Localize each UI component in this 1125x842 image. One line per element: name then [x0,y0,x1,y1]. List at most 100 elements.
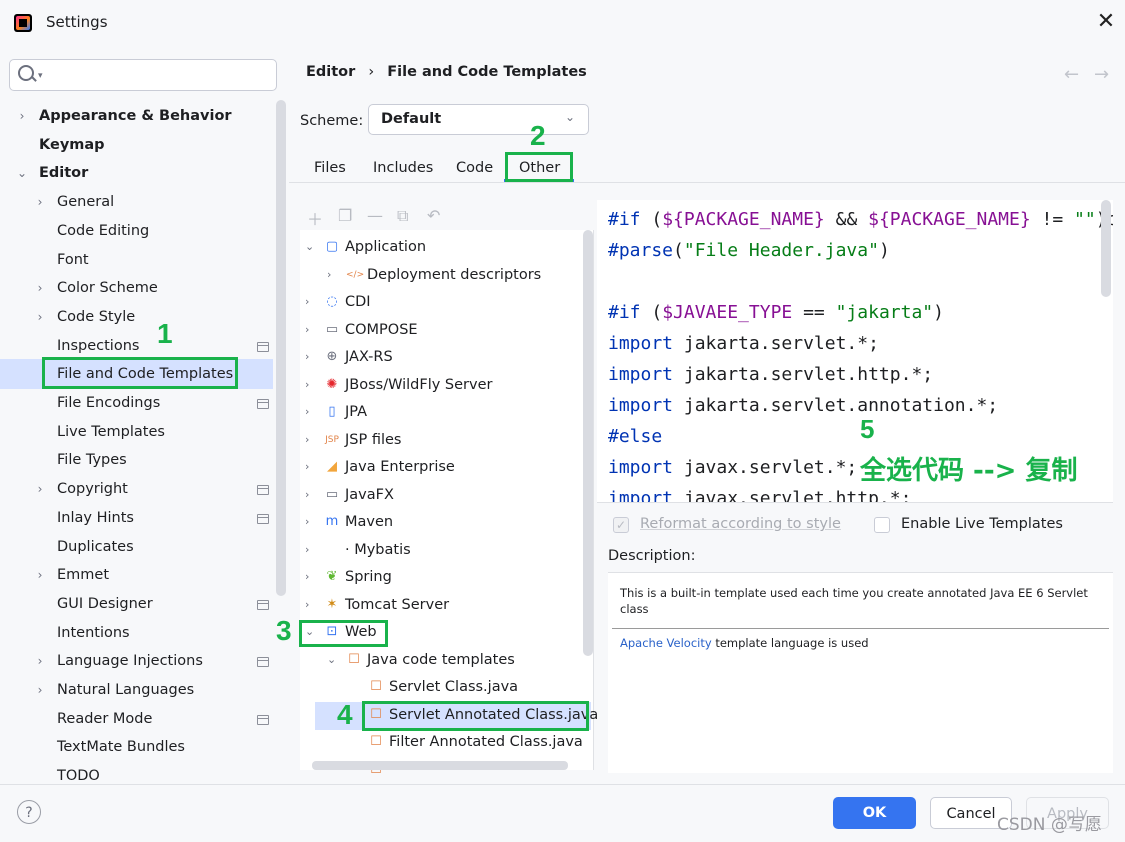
settings-item-inspections[interactable]: Inspections [57,332,139,360]
chevron-right-icon[interactable]: › [33,303,47,331]
chevron-right-icon[interactable]: › [305,515,309,528]
application-icon: ▢ [325,239,339,254]
chevron-right-icon[interactable]: › [33,647,47,675]
description-panel: This is a built-in template used each ti… [608,572,1113,773]
template-item-java-enterprise[interactable]: Java Enterprise [345,454,455,481]
settings-tree: › Appearance & Behavior Keymap ⌄ Editor › Gene… [0,100,289,784]
help-button[interactable]: ? [17,800,41,824]
settings-item-gui-designer[interactable]: GUI Designer [57,590,153,618]
settings-item-file-encodings[interactable]: File Encodings [57,389,160,417]
template-tree-scrollbar[interactable] [583,230,593,656]
chevron-right-icon[interactable]: › [33,561,47,589]
reformat-checkbox: ✓ [613,517,629,533]
search-history-chevron-icon[interactable]: ▾ [38,71,43,81]
tomcat-icon: ✶ [326,596,338,612]
copy-icon[interactable]: ⧉ [397,206,408,226]
template-item-javafx[interactable]: JavaFX [345,482,394,509]
settings-item-color-scheme[interactable]: Color Scheme [57,274,158,302]
chevron-right-icon[interactable]: › [33,274,47,302]
chevron-down-icon[interactable]: ⌄ [305,240,314,253]
chevron-down-icon[interactable]: ⌄ [15,159,29,187]
settings-item-code-editing[interactable]: Code Editing [57,217,149,245]
code-editor-scrollbar[interactable] [1101,200,1111,297]
template-item-filter-annotated-class-java[interactable]: Filter Annotated Class.java [389,729,583,756]
annotation-number-2: 2 [530,120,546,151]
add-icon[interactable]: ＋ [307,206,323,230]
chevron-right-icon[interactable]: › [305,543,309,556]
settings-item-duplicates[interactable]: Duplicates [57,533,134,561]
template-item-compose[interactable]: COMPOSE [345,317,418,344]
chevron-right-icon[interactable]: › [33,676,47,704]
forward-arrow-icon[interactable]: → [1094,64,1109,85]
settings-item-live-templates[interactable]: Live Templates [57,418,165,446]
back-arrow-icon[interactable]: ← [1064,64,1079,85]
chevron-right-icon[interactable]: › [305,433,309,446]
settings-item-inlay-hints[interactable]: Inlay Hints [57,504,134,532]
template-item-application[interactable]: Application [345,234,426,261]
template-item-cdi[interactable]: CDI [345,289,371,316]
chevron-right-icon[interactable]: › [305,323,309,336]
annotation-box-file-templates [42,357,238,389]
chevron-down-icon[interactable]: ⌄ [327,653,336,666]
template-tree-hscrollbar[interactable] [312,761,568,770]
chevron-right-icon[interactable]: › [305,378,309,391]
jboss-icon: ✺ [326,376,338,392]
settings-item-font[interactable]: Font [57,246,89,274]
template-item-tomcat-server[interactable]: Tomcat Server [345,592,449,619]
scheme-dropdown[interactable]: Default ⌄ [368,104,589,135]
template-item-jsp-files[interactable]: JSP files [345,427,401,454]
jsp-icon: JSP [325,434,339,445]
settings-item-language-injections[interactable]: Language Injections [57,647,203,675]
chevron-right-icon[interactable]: › [33,475,47,503]
settings-item-code-style[interactable]: Code Style [57,303,135,331]
remove-icon[interactable]: — [367,206,383,225]
template-item-mybatis[interactable]: · Mybatis [345,537,411,564]
settings-item-appearance-behavior[interactable]: Appearance & Behavior [39,102,232,130]
apache-velocity-link[interactable]: Apache Velocity [620,636,712,650]
template-item-jax-rs[interactable]: JAX-RS [345,344,393,371]
settings-item-keymap[interactable]: Keymap [39,131,105,159]
settings-item-file-types[interactable]: File Types [57,446,127,474]
settings-tree-scrollbar[interactable] [276,100,286,596]
spring-icon: ❦ [326,569,338,584]
tab-includes[interactable]: Includes [373,160,433,176]
reset-icon[interactable]: ↶ [427,206,440,225]
template-item-deployment-descriptors[interactable]: Deployment descriptors [367,262,541,289]
tab-code[interactable]: Code [456,160,493,176]
settings-item-natural-languages[interactable]: Natural Languages [57,676,194,704]
chevron-right-icon[interactable]: › [305,405,309,418]
chevron-right-icon[interactable]: › [33,188,47,216]
breadcrumb-parent[interactable]: Editor [306,64,355,80]
template-item-servlet-class-java[interactable]: Servlet Class.java [389,674,518,701]
chevron-right-icon[interactable]: › [305,295,309,308]
settings-item-editor[interactable]: Editor [39,159,88,187]
settings-item-general[interactable]: General [57,188,114,216]
template-item-java-code-templates[interactable]: Java code templates [367,647,515,674]
chevron-right-icon[interactable]: › [305,570,309,583]
scheme-label: Scheme: [300,113,364,129]
chevron-right-icon[interactable]: › [305,598,309,611]
chevron-right-icon[interactable]: › [327,268,331,281]
template-item-jpa[interactable]: JPA [345,399,367,426]
template-item-jboss-wildfly-server[interactable]: JBoss/WildFly Server [345,372,492,399]
settings-item-intentions[interactable]: Intentions [57,619,130,647]
settings-item-copyright[interactable]: Copyright [57,475,128,503]
template-item-maven[interactable]: Maven [345,509,393,536]
settings-item-emmet[interactable]: Emmet [57,561,109,589]
annotation-copy-note: 全选代码 --> 复制 [860,456,1078,486]
project-level-icon [257,513,269,524]
ok-button[interactable]: OK [833,797,916,829]
close-icon[interactable]: ✕ [1094,8,1118,36]
settings-search-input[interactable]: ▾ [9,59,277,91]
enable-live-templates-label[interactable]: Enable Live Templates [901,516,1063,532]
settings-item-reader-mode[interactable]: Reader Mode [57,705,152,733]
settings-item-textmate-bundles[interactable]: TextMate Bundles [57,733,185,761]
template-item-spring[interactable]: Spring [345,564,392,591]
chevron-right-icon[interactable]: › [305,350,309,363]
chevron-right-icon[interactable]: › [305,460,309,473]
enable-live-templates-checkbox[interactable] [874,517,890,533]
chevron-right-icon[interactable]: › [15,102,29,130]
tab-files[interactable]: Files [314,160,346,176]
add-child-icon[interactable]: ❐ [338,206,352,225]
chevron-right-icon[interactable]: › [305,488,309,501]
